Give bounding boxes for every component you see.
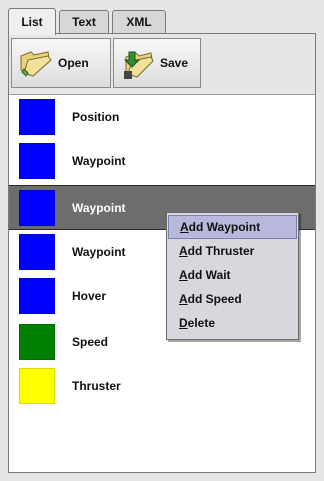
menu-item-label: dd Wait — [187, 268, 231, 282]
folder-save-icon — [123, 51, 154, 79]
tab-xml[interactable]: XML — [112, 10, 166, 33]
open-button-label: Open — [58, 56, 89, 70]
menu-mnemonic: A — [180, 220, 189, 234]
color-swatch — [19, 278, 55, 314]
color-swatch — [19, 324, 55, 360]
menu-item-delete[interactable]: D elete — [168, 311, 297, 335]
tab-list[interactable]: List — [8, 8, 56, 35]
tab-bar: List Text XML — [8, 8, 316, 35]
color-swatch — [19, 234, 55, 270]
list-item-label: Waypoint — [72, 154, 126, 168]
menu-item-label: dd Waypoint — [188, 220, 261, 234]
tab-text[interactable]: Text — [59, 10, 109, 33]
menu-item-label: elete — [187, 316, 216, 330]
list-item-label: Hover — [72, 289, 107, 303]
menu-item-label: dd Thruster — [187, 244, 255, 258]
menu-item-add-speed[interactable]: A dd Speed — [168, 287, 297, 311]
list-item-label: Speed — [72, 335, 109, 349]
app-window: List Text XML Open Save Position Waypoin… — [0, 0, 324, 481]
menu-mnemonic: A — [179, 244, 188, 258]
save-button[interactable]: Save — [113, 38, 201, 88]
menu-item-add-wait[interactable]: A dd Wait — [168, 263, 297, 287]
save-button-label: Save — [160, 56, 189, 70]
color-swatch — [19, 189, 55, 226]
color-swatch — [19, 99, 55, 135]
list-item-label: Waypoint — [72, 200, 126, 215]
toolbar: Open Save — [9, 34, 315, 95]
tab-list-label: List — [21, 15, 43, 29]
context-menu: A dd Waypoint A dd Thruster A dd Wait A … — [166, 212, 299, 340]
list-item-label: Waypoint — [72, 245, 126, 259]
color-swatch — [19, 143, 55, 179]
list-item[interactable]: Waypoint — [9, 139, 315, 183]
menu-item-label: dd Speed — [187, 292, 242, 306]
list-item[interactable]: Position — [9, 95, 315, 139]
menu-mnemonic: A — [179, 268, 188, 282]
menu-mnemonic: D — [179, 316, 188, 330]
list-item-label: Position — [72, 110, 120, 124]
list-item-label: Thruster — [72, 379, 121, 393]
menu-mnemonic: A — [179, 292, 188, 306]
folder-open-icon — [20, 51, 52, 77]
menu-item-add-thruster[interactable]: A dd Thruster — [168, 239, 297, 263]
color-swatch — [19, 368, 55, 404]
tab-xml-label: XML — [126, 15, 152, 29]
menu-item-add-waypoint[interactable]: A dd Waypoint — [168, 215, 297, 239]
tab-text-label: Text — [72, 15, 96, 29]
open-button[interactable]: Open — [11, 38, 111, 88]
list-item[interactable]: Thruster — [9, 364, 315, 408]
